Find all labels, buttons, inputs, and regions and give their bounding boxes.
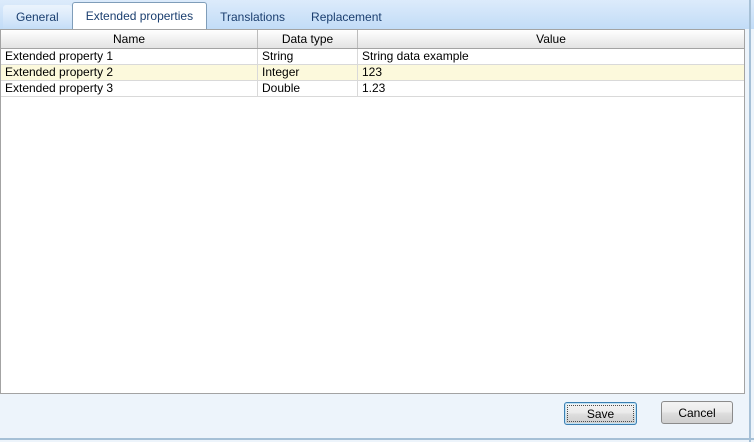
table-row-selected[interactable]: Extended property 2 Integer 123	[1, 65, 744, 81]
tab-strip: General Extended properties Translations…	[0, 0, 754, 29]
tab-translations[interactable]: Translations	[207, 5, 298, 29]
tab-replacement[interactable]: Replacement	[298, 5, 395, 29]
grid-header-row: Name Data type Value	[1, 30, 744, 49]
cell-name[interactable]: Extended property 1	[1, 49, 258, 64]
cell-data-type[interactable]: Double	[258, 81, 358, 96]
table-row[interactable]: Extended property 1 String String data e…	[1, 49, 744, 65]
save-button[interactable]: Save	[564, 402, 637, 425]
column-header-name[interactable]: Name	[1, 30, 258, 48]
column-header-data-type[interactable]: Data type	[258, 30, 358, 48]
tab-general[interactable]: General	[3, 5, 72, 29]
table-row[interactable]: Extended property 3 Double 1.23	[1, 81, 744, 97]
window-bottom-edge	[0, 438, 754, 440]
column-header-value[interactable]: Value	[358, 30, 744, 48]
window-right-edge	[749, 0, 751, 442]
cell-name[interactable]: Extended property 2	[1, 65, 258, 80]
cell-value[interactable]: String data example	[358, 49, 744, 64]
cell-data-type[interactable]: Integer	[258, 65, 358, 80]
cancel-button[interactable]: Cancel	[661, 401, 733, 424]
cell-value[interactable]: 1.23	[358, 81, 744, 96]
cell-name[interactable]: Extended property 3	[1, 81, 258, 96]
extended-properties-grid: Name Data type Value Extended property 1…	[0, 29, 745, 394]
cell-value[interactable]: 123	[358, 65, 744, 80]
properties-dialog: General Extended properties Translations…	[0, 0, 754, 442]
cell-data-type[interactable]: String	[258, 49, 358, 64]
tab-extended-properties[interactable]: Extended properties	[71, 2, 208, 29]
